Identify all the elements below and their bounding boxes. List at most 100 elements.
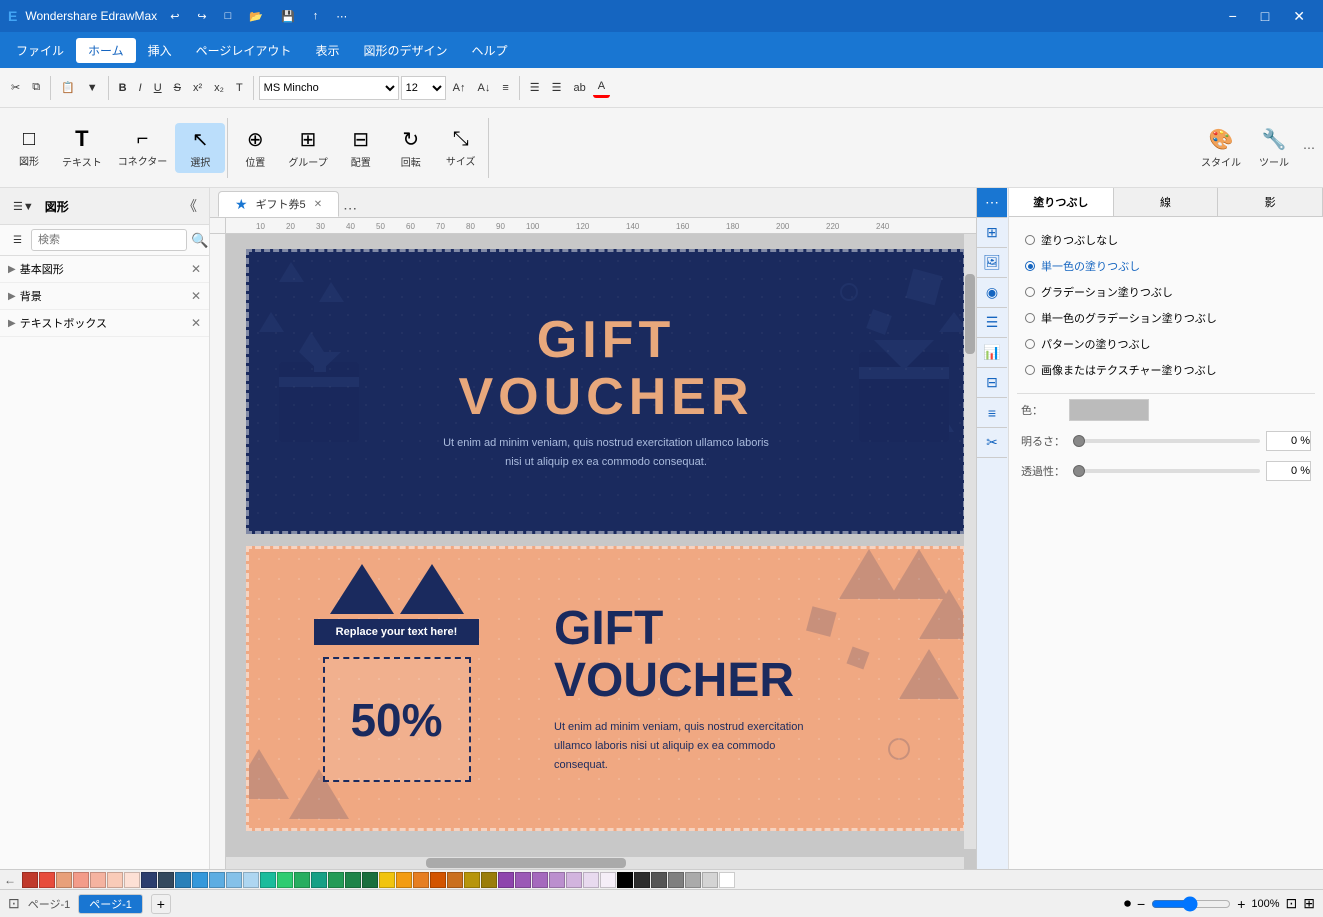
color-swatch-item[interactable]	[90, 872, 106, 888]
tool-text[interactable]: T テキスト	[54, 122, 110, 173]
color-swatch-item[interactable]	[73, 872, 89, 888]
color-swatch-item[interactable]	[345, 872, 361, 888]
list-bullet[interactable]: ☰	[525, 78, 545, 97]
scrollbar-h[interactable]	[226, 857, 964, 869]
page-nav-left[interactable]: ⊡	[8, 895, 20, 912]
brightness-value[interactable]: 0 %	[1266, 431, 1311, 451]
text-align[interactable]: ab	[569, 79, 591, 97]
fill-pattern[interactable]: パターンの塗りつぶし	[1021, 331, 1311, 357]
color-swatch-item[interactable]	[600, 872, 616, 888]
color-swatch-item[interactable]	[430, 872, 446, 888]
voucher-top[interactable]: GIFT VOUCHER Ut enim ad minim veniam, qu…	[246, 249, 966, 534]
font-family-select[interactable]: MS Mincho	[259, 76, 399, 100]
new-tab-button[interactable]: ⋯	[343, 200, 357, 217]
toolbar2-expand[interactable]: ⋯	[1299, 141, 1319, 155]
save-button[interactable]: 💾	[276, 7, 300, 26]
font-color-button[interactable]: A	[593, 77, 610, 98]
fill-single-gradient[interactable]: 単一色のグラデーション塗りつぶし	[1021, 305, 1311, 331]
color-swatch-item[interactable]	[447, 872, 463, 888]
color-swatch-item[interactable]	[549, 872, 565, 888]
right-icon-scissors[interactable]: ✂	[977, 428, 1007, 458]
color-swatch-item[interactable]	[702, 872, 718, 888]
zoom-out-button[interactable]: −	[1137, 896, 1145, 912]
color-swatch-item[interactable]	[226, 872, 242, 888]
menu-view[interactable]: 表示	[303, 38, 351, 63]
menu-shape-design[interactable]: 図形のデザイン	[351, 38, 459, 63]
color-swatch-item[interactable]	[311, 872, 327, 888]
tab-shadow[interactable]: 影	[1218, 188, 1323, 216]
color-swatch-item[interactable]	[379, 872, 395, 888]
color-swatch-item[interactable]	[39, 872, 55, 888]
tool-size[interactable]: ⤡ サイズ	[436, 124, 486, 172]
color-swatch-item[interactable]	[158, 872, 174, 888]
color-swatch-item[interactable]	[413, 872, 429, 888]
tool-style[interactable]: 🎨 スタイル	[1193, 123, 1249, 173]
color-swatch-item[interactable]	[124, 872, 140, 888]
sidebar-section-text[interactable]: ▶ テキストボックス ✕	[0, 310, 209, 337]
fit-button[interactable]: ⊡	[1286, 895, 1298, 912]
maximize-button[interactable]: □	[1251, 4, 1279, 29]
color-swatch-item[interactable]	[464, 872, 480, 888]
copy-button[interactable]: ⧉	[27, 78, 45, 97]
tab-close[interactable]: ✕	[314, 199, 322, 210]
right-icon-table[interactable]: ⊟	[977, 368, 1007, 398]
right-icon-image[interactable]: 🖼	[977, 248, 1007, 278]
scrollbar-h-thumb[interactable]	[426, 858, 626, 868]
add-page-button[interactable]: +	[151, 894, 171, 914]
color-swatch-item[interactable]	[56, 872, 72, 888]
tool-arrange[interactable]: ⊟ 配置	[336, 123, 386, 173]
tool-rotate[interactable]: ↻ 回転	[386, 123, 436, 173]
paste-options-button[interactable]: ▼	[82, 79, 103, 97]
replace-text-box[interactable]: Replace your text here!	[314, 619, 480, 645]
color-swatch-item[interactable]	[498, 872, 514, 888]
more-button[interactable]: ⋯	[331, 7, 352, 26]
color-swatch[interactable]	[1069, 399, 1149, 421]
paste-button[interactable]: 📋	[56, 78, 80, 97]
font-size-down[interactable]: A↓	[473, 79, 496, 97]
right-icon-expand[interactable]: ⋯	[977, 188, 1007, 218]
open-button[interactable]: 📂	[244, 7, 268, 26]
voucher-bottom[interactable]: Replace your text here! 50% GIFT VOUCHER…	[246, 546, 966, 831]
redo-button[interactable]: ↪	[192, 7, 211, 26]
search-button[interactable]: 🔍	[191, 232, 208, 249]
new-button[interactable]: □	[220, 7, 237, 25]
search-input[interactable]	[31, 229, 187, 251]
export-button[interactable]: ↑	[308, 7, 324, 25]
color-swatch-item[interactable]	[583, 872, 599, 888]
color-swatch-item[interactable]	[532, 872, 548, 888]
undo-button[interactable]: ↩	[165, 7, 184, 26]
right-icon-grid[interactable]: ⊞	[977, 218, 1007, 248]
list-number[interactable]: ☰	[547, 78, 567, 97]
tab-fill[interactable]: 塗りつぶし	[1009, 188, 1114, 216]
format-painter-button[interactable]: T	[231, 79, 248, 97]
color-swatch-item[interactable]	[192, 872, 208, 888]
section-basic-close[interactable]: ✕	[191, 262, 201, 276]
right-icon-format[interactable]: ≡	[977, 398, 1007, 428]
transparency-value[interactable]: 0 %	[1266, 461, 1311, 481]
right-icon-list[interactable]: ☰	[977, 308, 1007, 338]
color-swatch-item[interactable]	[362, 872, 378, 888]
scrollbar-v[interactable]	[964, 234, 976, 849]
superscript-button[interactable]: x²	[188, 79, 207, 97]
right-icon-chart[interactable]: 📊	[977, 338, 1007, 368]
fill-gradient[interactable]: グラデーション塗りつぶし	[1021, 279, 1311, 305]
tool-group[interactable]: ⊞ グループ	[280, 123, 335, 173]
fill-none[interactable]: 塗りつぶしなし	[1021, 227, 1311, 253]
color-swatch-item[interactable]	[294, 872, 310, 888]
fill-image[interactable]: 画像またはテクスチャー塗りつぶし	[1021, 357, 1311, 383]
color-swatch-item[interactable]	[515, 872, 531, 888]
color-swatch-item[interactable]	[328, 872, 344, 888]
font-size-up[interactable]: A↑	[448, 79, 471, 97]
tab-gift5[interactable]: ★ ギフト券5 ✕	[218, 191, 339, 217]
tool-select[interactable]: ↖ 選択	[175, 123, 225, 173]
underline-button[interactable]: U	[149, 79, 167, 97]
scrollbar-thumb[interactable]	[965, 274, 975, 354]
fill-solid[interactable]: 単一色の塗りつぶし	[1021, 253, 1311, 279]
color-swatch-item[interactable]	[617, 872, 633, 888]
color-swatch-item[interactable]	[566, 872, 582, 888]
right-icon-layers[interactable]: ◉	[977, 278, 1007, 308]
minimize-button[interactable]: −	[1219, 4, 1247, 29]
tool-tools[interactable]: 🔧 ツール	[1249, 123, 1299, 173]
color-swatch-item[interactable]	[141, 872, 157, 888]
font-size-select[interactable]: 12	[401, 76, 446, 100]
